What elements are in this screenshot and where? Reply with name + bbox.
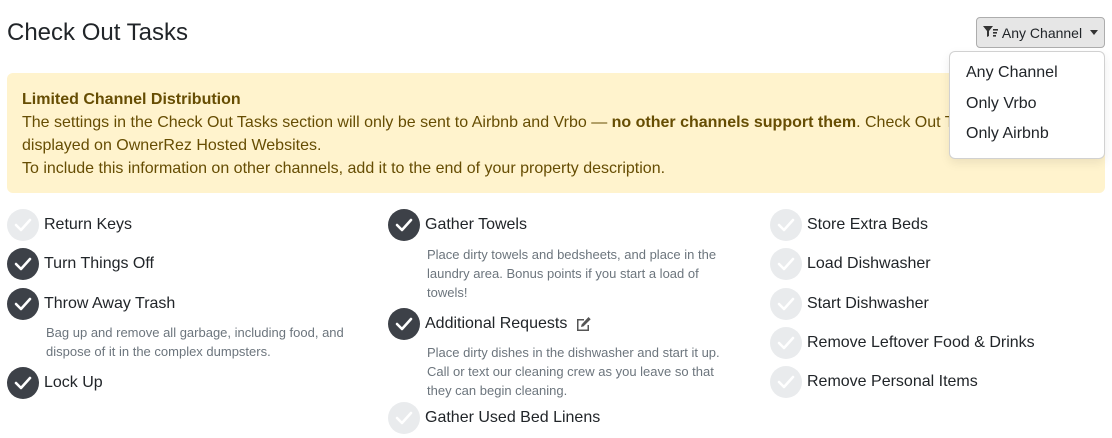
task-checkbox[interactable]: [770, 209, 802, 241]
task-load-dishwasher: Load Dishwasher: [770, 248, 1112, 280]
task-checkbox[interactable]: [388, 402, 420, 434]
task-checkbox[interactable]: [770, 288, 802, 320]
page-title: Check Out Tasks: [7, 19, 188, 46]
task-checkbox[interactable]: [7, 248, 39, 280]
task-label: Gather Towels: [425, 216, 527, 233]
task-checkbox[interactable]: [770, 366, 802, 398]
checkmark-icon: [777, 297, 795, 311]
task-label: Load Dishwasher: [807, 255, 931, 272]
edit-icon[interactable]: [575, 316, 592, 332]
limited-distribution-alert: Limited Channel Distribution The setting…: [7, 73, 1105, 193]
channel-filter-button[interactable]: Any Channel: [976, 17, 1105, 48]
task-start-dishwasher: Start Dishwasher: [770, 288, 1112, 320]
checkmark-icon: [777, 336, 795, 350]
task-checkbox[interactable]: [388, 308, 420, 340]
alert-line-1-bold: no other channels support them: [611, 114, 857, 131]
task-label: Additional Requests: [425, 315, 568, 332]
checkmark-icon: [14, 297, 32, 311]
alert-line-2: displayed on OwnerRez Hosted Websites.: [22, 137, 322, 154]
task-throw-away-trash: Throw Away Trash Bag up and remove all g…: [7, 288, 367, 361]
task-checkbox[interactable]: [770, 248, 802, 280]
task-checkbox[interactable]: [770, 327, 802, 359]
task-checkbox[interactable]: [7, 367, 39, 399]
task-label: Remove Leftover Food & Drinks: [807, 334, 1035, 351]
task-label: Store Extra Beds: [807, 216, 928, 233]
task-additional-requests: Additional Requests Place dirty dishes i…: [388, 308, 748, 400]
task-lock-up: Lock Up: [7, 367, 367, 399]
task-label: Start Dishwasher: [807, 295, 929, 312]
checkmark-icon: [777, 375, 795, 389]
alert-title: Limited Channel Distribution: [22, 91, 241, 108]
task-checkbox[interactable]: [7, 209, 39, 241]
task-gather-towels: Gather Towels Place dirty towels and bed…: [388, 209, 748, 302]
dropdown-item-only-vrbo[interactable]: Only Vrbo: [950, 89, 1104, 120]
chevron-down-icon: [1090, 30, 1099, 35]
task-label: Remove Personal Items: [807, 373, 978, 390]
task-turn-things-off: Turn Things Off: [7, 248, 367, 280]
task-column-3: Store Extra Beds Load Dishwasher Start D…: [770, 209, 1112, 398]
task-checkbox[interactable]: [388, 209, 420, 241]
task-checkbox[interactable]: [7, 288, 39, 320]
task-label: Lock Up: [44, 374, 103, 391]
dropdown-item-only-airbnb[interactable]: Only Airbnb: [950, 119, 1104, 150]
task-column-2: Gather Towels Place dirty towels and bed…: [388, 209, 748, 434]
task-description: Place dirty dishes in the dishwasher and…: [427, 345, 720, 398]
alert-line-3: To include this information on other cha…: [22, 160, 666, 177]
alert-line-1-prefix: The settings in the Check Out Tasks sect…: [22, 114, 612, 131]
task-remove-leftover-food-drinks: Remove Leftover Food & Drinks: [770, 327, 1112, 359]
task-description: Place dirty towels and bedsheets, and pl…: [427, 247, 717, 300]
task-description: Bag up and remove all garbage, including…: [46, 325, 344, 359]
task-store-extra-beds: Store Extra Beds: [770, 209, 1112, 241]
checkmark-icon: [395, 411, 413, 425]
checkmark-icon: [777, 218, 795, 232]
task-return-keys: Return Keys: [7, 209, 367, 241]
alert-line-1: The settings in the Check Out Tasks sect…: [22, 111, 1090, 134]
checkmark-icon: [14, 218, 32, 232]
channel-dropdown-menu: Any Channel Only Vrbo Only Airbnb: [949, 51, 1105, 159]
checkmark-icon: [777, 257, 795, 271]
task-remove-personal-items: Remove Personal Items: [770, 366, 1112, 398]
checkmark-icon: [395, 317, 413, 331]
channel-filter-label: Any Channel: [1001, 24, 1083, 41]
task-label: Gather Used Bed Linens: [425, 409, 601, 426]
task-label: Throw Away Trash: [44, 295, 176, 312]
checkmark-icon: [395, 218, 413, 232]
filter-icon: [982, 25, 998, 41]
task-gather-used-bed-linens: Gather Used Bed Linens: [388, 402, 748, 434]
checkmark-icon: [14, 376, 32, 390]
checkmark-icon: [14, 257, 32, 271]
task-label: Turn Things Off: [44, 255, 154, 272]
task-label: Return Keys: [44, 216, 133, 233]
task-column-1: Return Keys Turn Things Off Throw Away T…: [7, 209, 367, 399]
dropdown-item-any-channel[interactable]: Any Channel: [950, 58, 1104, 89]
